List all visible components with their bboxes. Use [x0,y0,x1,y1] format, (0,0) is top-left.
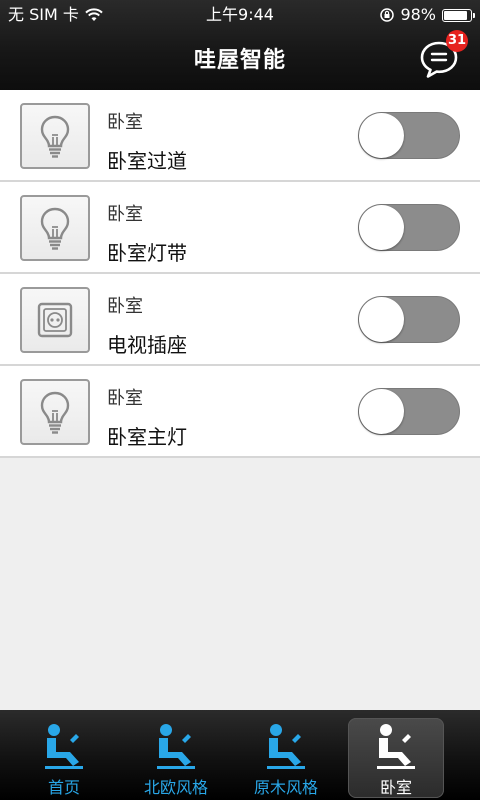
device-row[interactable]: 卧室 卧室过道 [0,90,480,182]
power-toggle[interactable] [358,112,460,159]
seated-person-icon [157,724,195,769]
toggle-knob [359,297,404,342]
messages-button[interactable]: 31 [418,30,468,80]
toggle-knob [359,113,404,158]
tab-label: 原木风格 [253,778,318,797]
device-name-label: 电视插座 [107,333,187,357]
battery-icon [442,8,475,22]
device-row[interactable]: 卧室 电视插座 [0,274,480,366]
device-list: 卧室 卧室过道 卧室 卧室灯带 卧室 电视插座 卧室 卧室主灯 [0,90,480,458]
page-title: 哇屋智能 [193,48,286,73]
power-toggle[interactable] [358,296,460,343]
light-bulb-icon [40,207,70,250]
tab-home[interactable]: 首页 [16,718,112,798]
orientation-lock-icon [380,8,395,22]
seated-person-icon [267,724,305,769]
toggle-knob [359,389,404,434]
device-room-label: 卧室 [107,204,143,225]
seated-person-icon [377,724,415,769]
battery-percent: 98% [400,5,436,24]
light-bulb-icon [40,115,70,158]
toggle-knob [359,205,404,250]
unread-count-badge: 31 [446,30,468,52]
light-bulb-icon [40,391,70,434]
device-row[interactable]: 卧室 卧室主灯 [0,366,480,458]
tab-bedroom[interactable]: 卧室 [348,718,444,798]
device-name-label: 卧室主灯 [107,425,187,449]
device-name-label: 卧室灯带 [107,241,187,265]
seated-person-icon [45,724,83,769]
status-bar: 无 SIM 卡 上午9:44 98% [0,0,480,30]
tab-nordic-style[interactable]: 北欧风格 [128,718,224,798]
device-room-label: 卧室 [107,112,143,133]
app-header: 无 SIM 卡 上午9:44 98% 哇屋智能 31 [0,0,480,90]
power-toggle[interactable] [358,388,460,435]
power-toggle[interactable] [358,204,460,251]
tab-wood-style[interactable]: 原木风格 [238,718,334,798]
tab-label: 首页 [47,778,80,797]
device-name-label: 卧室过道 [107,149,187,173]
device-row[interactable]: 卧室 卧室灯带 [0,182,480,274]
device-room-label: 卧室 [107,388,143,409]
device-room-label: 卧室 [107,296,143,317]
tab-label: 北欧风格 [143,778,208,797]
power-socket-icon [37,302,73,338]
bottom-tab-bar: 首页 北欧风格 原木风格 卧室 [0,710,480,800]
tab-label: 卧室 [379,778,412,797]
